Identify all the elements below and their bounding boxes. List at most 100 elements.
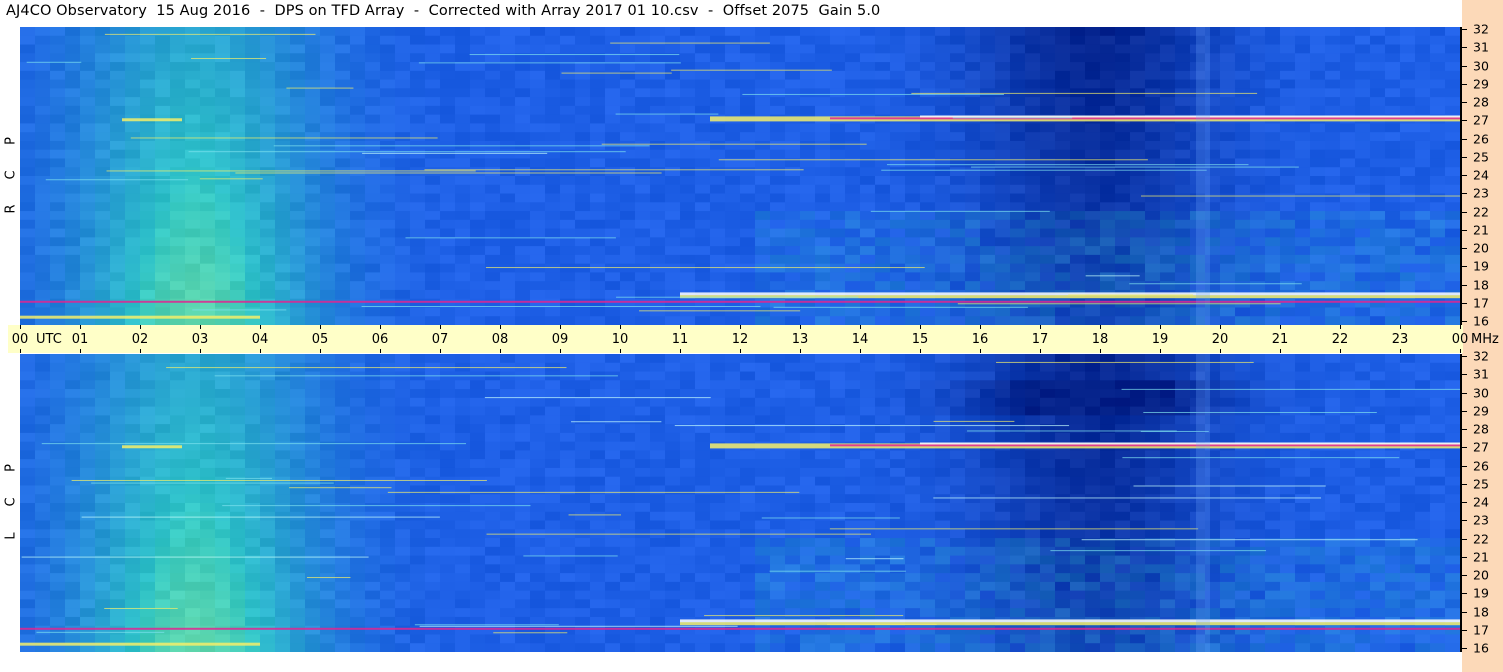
- heatmap-cell: [965, 35, 981, 46]
- heatmap-cell: [470, 70, 486, 81]
- heatmap-cell: [950, 307, 966, 317]
- heatmap-cell: [590, 79, 606, 89]
- heatmap-cell: [890, 88, 906, 98]
- heatmap-cell: [500, 176, 516, 186]
- heatmap-cell: [515, 44, 531, 54]
- heatmap-cell: [980, 97, 996, 107]
- heatmap-cell: [425, 62, 441, 72]
- heatmap-cell: [65, 476, 81, 487]
- heatmap-cell: [200, 254, 216, 265]
- heatmap-cell: [200, 149, 216, 160]
- heatmap-cell: [710, 123, 726, 133]
- heatmap-cell: [410, 35, 426, 46]
- heatmap-cell: [1250, 44, 1266, 54]
- hour-tick-mark: [260, 325, 261, 329]
- heatmap-cell: [275, 599, 291, 609]
- heatmap-cell: [710, 97, 726, 107]
- heatmap-cell: [575, 503, 591, 513]
- heatmap-cell: [410, 132, 426, 142]
- heatmap-cell: [320, 149, 336, 160]
- heatmap-cell: [380, 211, 396, 221]
- heatmap-cell: [1370, 79, 1386, 89]
- heatmap-cell: [695, 634, 711, 644]
- heatmap-cell: [425, 520, 441, 530]
- heatmap-cell: [95, 581, 111, 592]
- heatmap-cell: [395, 406, 411, 416]
- heatmap-cell: [1385, 272, 1401, 282]
- heatmap-cell: [575, 272, 591, 282]
- heatmap-cell: [755, 202, 771, 212]
- heatmap-cell: [1430, 193, 1446, 203]
- hour-tick-mark: [1400, 349, 1401, 353]
- heatmap-cell: [245, 608, 261, 618]
- heatmap-cell: [320, 53, 336, 63]
- heatmap-cell: [155, 254, 171, 265]
- heatmap-cell: [170, 246, 186, 256]
- heatmap-cell: [260, 616, 276, 627]
- heatmap-cell: [1010, 307, 1026, 317]
- heatmap-cell: [575, 307, 591, 317]
- heatmap-cell: [425, 219, 441, 230]
- heatmap-cell: [215, 149, 231, 160]
- heatmap-cell: [365, 511, 381, 522]
- heatmap-cell: [785, 97, 801, 107]
- heatmap-cell: [1445, 88, 1460, 98]
- heatmap-cell: [515, 511, 531, 522]
- spectrogram-window: AJ4CO Observatory 15 Aug 2016 - DPS on T…: [0, 0, 1503, 672]
- heatmap-cell: [890, 53, 906, 63]
- heatmap-cell: [365, 149, 381, 160]
- heatmap-cell: [200, 634, 216, 644]
- heatmap-cell: [395, 424, 411, 434]
- heatmap-cell: [665, 202, 681, 212]
- heatmap-cell: [125, 307, 141, 317]
- heatmap-cell: [440, 88, 456, 98]
- heatmap-cell: [755, 316, 771, 325]
- heatmap-cell: [650, 573, 666, 583]
- heatmap-cell: [230, 254, 246, 265]
- heatmap-cell: [350, 246, 366, 256]
- heatmap-cell: [815, 246, 831, 256]
- heatmap-cell: [1295, 272, 1311, 282]
- heatmap-cell: [950, 211, 966, 221]
- heatmap-cell: [440, 254, 456, 265]
- heatmap-cell: [995, 316, 1011, 325]
- heatmap-cell: [365, 114, 381, 125]
- heatmap-cell: [1055, 272, 1071, 282]
- heatmap-cell: [905, 123, 921, 133]
- heatmap-cell: [395, 246, 411, 256]
- heatmap-cell: [365, 79, 381, 89]
- heatmap-cell: [380, 380, 396, 390]
- heatmap-cell: [65, 485, 81, 495]
- heatmap-cell: [620, 281, 636, 291]
- heatmap-cell: [140, 503, 156, 513]
- heatmap-cell: [50, 424, 66, 434]
- hour-tick-mark: [1040, 325, 1041, 329]
- heatmap-cell: [905, 228, 921, 238]
- heatmap-cell: [605, 424, 621, 434]
- heatmap-cell: [695, 362, 711, 373]
- heatmap-cell: [830, 228, 846, 238]
- heatmap-cell: [1265, 97, 1281, 107]
- heatmap-cell: [1130, 97, 1146, 107]
- heatmap-cell: [710, 634, 726, 644]
- heatmap-cell: [1220, 167, 1236, 177]
- heatmap-cell: [530, 97, 546, 107]
- heatmap-cell: [335, 211, 351, 221]
- heatmap-cell: [575, 167, 591, 177]
- heatmap-cell: [1280, 158, 1296, 168]
- heatmap-cell: [1070, 70, 1086, 81]
- heatmap-cell: [1445, 62, 1460, 72]
- heatmap-cell: [305, 246, 321, 256]
- heatmap-cell: [50, 114, 66, 125]
- heatmap-cell: [545, 467, 561, 478]
- heatmap-cell: [575, 132, 591, 142]
- heatmap-cell: [395, 88, 411, 98]
- heatmap-cell: [20, 625, 36, 636]
- heatmap-cell: [710, 237, 726, 247]
- heatmap-cell: [515, 307, 531, 317]
- heatmap-cell: [485, 634, 501, 644]
- heatmap-cell: [845, 123, 861, 133]
- heatmap-cell: [125, 79, 141, 89]
- heatmap-cell: [65, 105, 81, 116]
- heatmap-cell: [725, 228, 741, 238]
